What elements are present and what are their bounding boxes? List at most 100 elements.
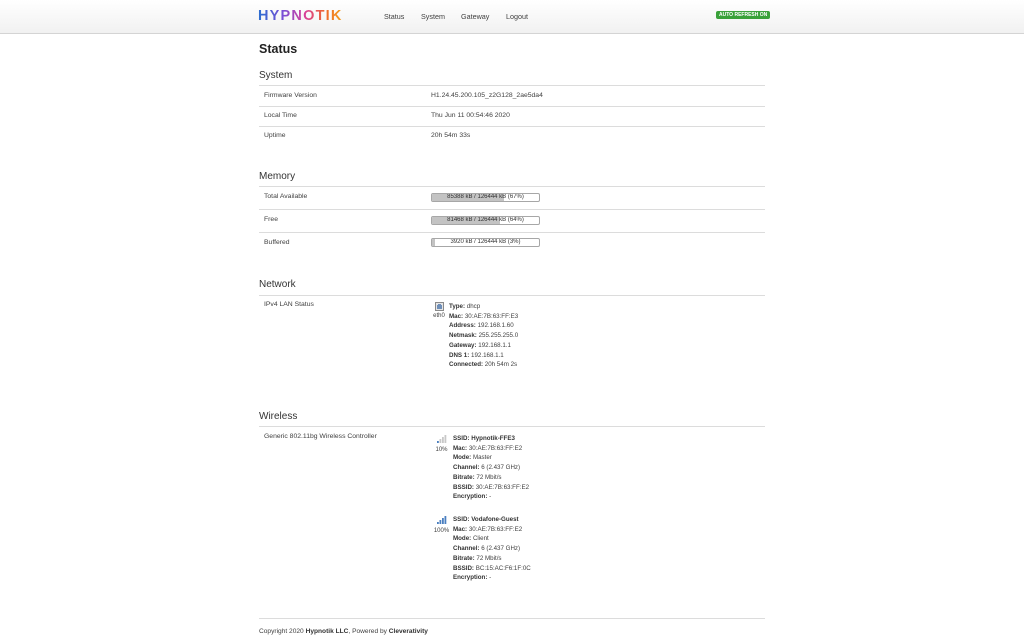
network-info: Type: dhcp Mac: 30:AE:7B:63:FF:E3 Addres… — [449, 302, 518, 370]
footer-divider — [259, 618, 765, 619]
interface-name: eth0 — [433, 313, 445, 319]
copyright-text: Copyright 2020 — [259, 628, 306, 635]
connected-value: 20h 54m 2s — [484, 361, 518, 369]
buffered-bar: 3920 kB / 126444 kB (3%) — [431, 238, 540, 247]
signal-bar — [442, 518, 444, 524]
encryption-value: - — [489, 493, 492, 501]
gateway-value: 192.168.1.1 — [478, 341, 511, 349]
channel-key: Channel: — [453, 545, 480, 553]
bssid-value: BC:15:AC:F6:1F:0C — [475, 564, 531, 572]
info-row: Mac: 30:AE:7B:63:FF:E2 — [453, 525, 531, 535]
bitrate-key: Bitrate: — [453, 554, 475, 562]
encryption-key: Encryption: — [453, 574, 488, 582]
info-row: Gateway: 192.168.1.1 — [449, 341, 518, 351]
address-value: 192.168.1.60 — [477, 322, 514, 330]
uptime-value: 20h 54m 33s — [431, 132, 471, 139]
signal-low-icon — [437, 435, 447, 443]
signal-bar — [444, 435, 447, 443]
encryption-key: Encryption: — [453, 493, 488, 501]
ssid-key: SSID: — [453, 516, 470, 523]
wireless-network-info: SSID: Vodafone-Guest Mac: 30:AE:7B:63:FF… — [453, 515, 531, 583]
buffered-value: 3920 kB / 126444 kB (3%) — [450, 239, 521, 245]
mac-value: 30:AE:7B:63:FF:E2 — [468, 525, 523, 533]
bssid-value: 30:AE:7B:63:FF:E2 — [475, 483, 530, 491]
signal-bar — [437, 522, 439, 524]
divider — [259, 106, 765, 107]
info-row: Bitrate: 72 Mbit/s — [453, 554, 531, 564]
dns-key: DNS 1: — [449, 351, 470, 359]
uptime-label: Uptime — [264, 132, 286, 139]
signal-bar — [439, 439, 442, 443]
auto-refresh-badge[interactable]: AUTO REFRESH ON — [716, 11, 771, 19]
info-row: DNS 1: 192.168.1.1 — [449, 351, 518, 361]
mode-key: Mode: — [453, 454, 472, 462]
signal-full-icon — [437, 516, 447, 524]
dns-value: 192.168.1.1 — [471, 351, 504, 359]
ipv4-lan-status-label: IPv4 LAN Status — [264, 301, 314, 308]
mac-value: 30:AE:7B:63:FF:E2 — [468, 444, 523, 452]
bitrate-key: Bitrate: — [453, 473, 475, 481]
mode-value: Client — [472, 535, 489, 543]
info-row: BSSID: 30:AE:7B:63:FF:E2 — [453, 483, 529, 493]
footer: Copyright 2020 Hypnotik LLC, Powered by … — [259, 628, 428, 636]
nav-status[interactable]: Status — [384, 12, 404, 21]
powered-by-text: , Powered by — [348, 628, 389, 635]
logo[interactable]: HYPNOTIK — [258, 8, 343, 24]
company-link[interactable]: Hypnotik LLC — [306, 628, 349, 635]
signal-bar — [439, 520, 442, 524]
nav-system[interactable]: System — [421, 12, 445, 21]
address-key: Address: — [449, 322, 476, 330]
bitrate-value: 72 Mbit/s — [476, 473, 502, 481]
divider — [259, 126, 765, 127]
bssid-key: BSSID: — [453, 564, 474, 572]
free-value: 81468 kB / 126444 kB (64%) — [447, 217, 524, 223]
divider — [259, 209, 765, 210]
powered-by-link[interactable]: Cleverativity — [389, 628, 428, 635]
channel-key: Channel: — [453, 464, 480, 472]
mac-key: Mac: — [453, 525, 468, 533]
netmask-value: 255.255.255.0 — [478, 332, 519, 340]
network-section-title: Network — [259, 279, 296, 290]
total-available-value: 85388 kB / 126444 kB (67%) — [447, 194, 524, 200]
divider — [259, 426, 765, 427]
total-available-bar: 85388 kB / 126444 kB (67%) — [431, 193, 540, 202]
mode-key: Mode: — [453, 535, 472, 543]
ssid-value: Hypnotik-FFE3 — [471, 435, 515, 442]
local-time-label: Local Time — [264, 112, 297, 119]
type-value: dhcp — [466, 303, 481, 310]
wireless-network-info: SSID: Hypnotik-FFE3 Mac: 30:AE:7B:63:FF:… — [453, 434, 529, 502]
info-row: Channel: 6 (2.437 GHz) — [453, 463, 529, 473]
mac-value: 30:AE:7B:63:FF:E3 — [464, 312, 519, 320]
info-row: Bitrate: 72 Mbit/s — [453, 473, 529, 483]
gateway-key: Gateway: — [449, 341, 477, 349]
divider — [259, 295, 765, 296]
info-row: Mac: 30:AE:7B:63:FF:E2 — [453, 444, 529, 454]
free-label: Free — [264, 216, 278, 223]
top-bar: HYPNOTIK Status System Gateway Logout AU… — [0, 0, 1024, 34]
buffered-label: Buffered — [264, 239, 290, 246]
info-row: Connected: 20h 54m 2s — [449, 360, 518, 370]
info-row: Mode: Master — [453, 453, 529, 463]
encryption-value: - — [489, 574, 492, 582]
firmware-version-value: H1.24.45.200.105_z2G128_2ae5da4 — [431, 92, 543, 99]
bitrate-value: 72 Mbit/s — [476, 554, 502, 562]
wireless-controller-label: Generic 802.11bg Wireless Controller — [264, 433, 377, 440]
mode-value: Master — [472, 454, 492, 462]
info-row: SSID: Vodafone-Guest — [453, 515, 531, 525]
info-row: Channel: 6 (2.437 GHz) — [453, 544, 531, 554]
firmware-version-label: Firmware Version — [264, 92, 317, 99]
bssid-key: BSSID: — [453, 483, 474, 491]
info-row: Mac: 30:AE:7B:63:FF:E3 — [449, 312, 518, 322]
signal-bar — [442, 437, 444, 443]
ssid-key: SSID: — [453, 435, 470, 442]
divider — [259, 232, 765, 233]
mac-key: Mac: — [453, 444, 468, 452]
ssid-value: Vodafone-Guest — [471, 516, 519, 523]
nav-logout[interactable]: Logout — [506, 12, 528, 21]
memory-section-title: Memory — [259, 171, 296, 182]
netmask-key: Netmask: — [449, 332, 477, 340]
info-row: SSID: Hypnotik-FFE3 — [453, 434, 529, 444]
info-row: Mode: Client — [453, 534, 531, 544]
info-row: Encryption: - — [453, 573, 531, 583]
nav-gateway[interactable]: Gateway — [461, 12, 489, 21]
